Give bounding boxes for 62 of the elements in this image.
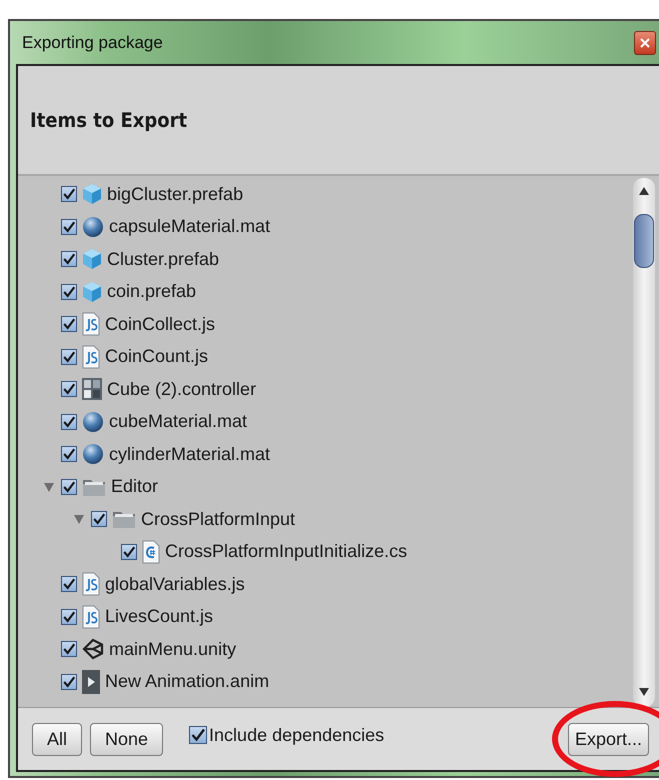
- checkbox[interactable]: [61, 446, 77, 462]
- scrollbar[interactable]: [633, 178, 655, 707]
- sphere-icon: [82, 443, 104, 466]
- file-name: Cube (2).controller: [107, 378, 256, 400]
- cube-icon: [82, 248, 102, 270]
- checkbox[interactable]: [61, 674, 77, 690]
- checkbox[interactable]: [91, 511, 107, 528]
- checkbox[interactable]: [61, 316, 77, 332]
- checkbox[interactable]: [61, 414, 77, 430]
- scroll-down-icon[interactable]: [638, 687, 650, 697]
- file-name: cylinderMaterial.mat: [109, 444, 270, 465]
- script-file-icon: [142, 540, 160, 564]
- checkbox[interactable]: [61, 348, 77, 365]
- export-button[interactable]: Export...: [568, 722, 649, 756]
- file-name: LivesCount.js: [105, 606, 214, 628]
- window-title: Exporting package: [21, 32, 163, 52]
- checkbox[interactable]: [61, 478, 77, 495]
- file-name: coin.prefab: [107, 281, 196, 302]
- section-heading: Items to Export: [30, 108, 188, 132]
- checkbox[interactable]: [61, 608, 77, 625]
- scroll-thumb[interactable]: [634, 214, 654, 268]
- checkbox[interactable]: [61, 641, 77, 658]
- checkbox[interactable]: [189, 726, 208, 744]
- checkbox[interactable]: [61, 186, 77, 202]
- checkbox[interactable]: [61, 381, 77, 398]
- close-button[interactable]: [634, 30, 656, 54]
- select-all-button[interactable]: All: [32, 722, 82, 756]
- checkbox[interactable]: [61, 284, 77, 300]
- checkbox[interactable]: [61, 576, 77, 592]
- unity-logo-icon: [82, 638, 104, 660]
- close-icon: [640, 38, 650, 48]
- checkbox[interactable]: [121, 544, 137, 560]
- checkbox-label: Include dependencies: [209, 724, 384, 746]
- file-name: CoinCount.js: [105, 346, 208, 368]
- sphere-icon: [82, 216, 104, 238]
- file-name: globalVariables.js: [105, 574, 245, 595]
- checkbox[interactable]: [61, 218, 77, 235]
- checkbox[interactable]: [61, 251, 77, 268]
- file-name: bigCluster.prefab: [107, 184, 244, 205]
- file-name: CrossPlatformInput: [141, 508, 296, 530]
- sphere-icon: [82, 410, 104, 433]
- collapse-arrow-icon[interactable]: [73, 513, 85, 526]
- grid-icon: [82, 378, 102, 400]
- file-name: New Animation.anim: [105, 671, 270, 692]
- file-name: Cluster.prefab: [107, 248, 220, 270]
- file-name: CoinCollect.js: [105, 314, 216, 335]
- cube-icon: [82, 280, 102, 303]
- file-name: mainMenu.unity: [109, 638, 236, 660]
- folder-icon: [112, 509, 136, 530]
- select-none-button[interactable]: None: [90, 722, 164, 756]
- cube-icon: [82, 183, 102, 206]
- file-name: cubeMaterial.mat: [109, 411, 248, 432]
- file-name: Editor: [111, 476, 158, 498]
- file-name: CrossPlatformInputInitialize.cs: [165, 541, 408, 562]
- script-file-icon: [82, 344, 100, 369]
- file-name: capsuleMaterial.mat: [109, 216, 270, 238]
- script-file-icon: [82, 312, 100, 336]
- play-icon: [82, 670, 100, 694]
- collapse-arrow-icon[interactable]: [43, 480, 55, 493]
- script-file-icon: [82, 572, 100, 596]
- scroll-up-icon[interactable]: [638, 186, 650, 196]
- script-file-icon: [82, 604, 100, 629]
